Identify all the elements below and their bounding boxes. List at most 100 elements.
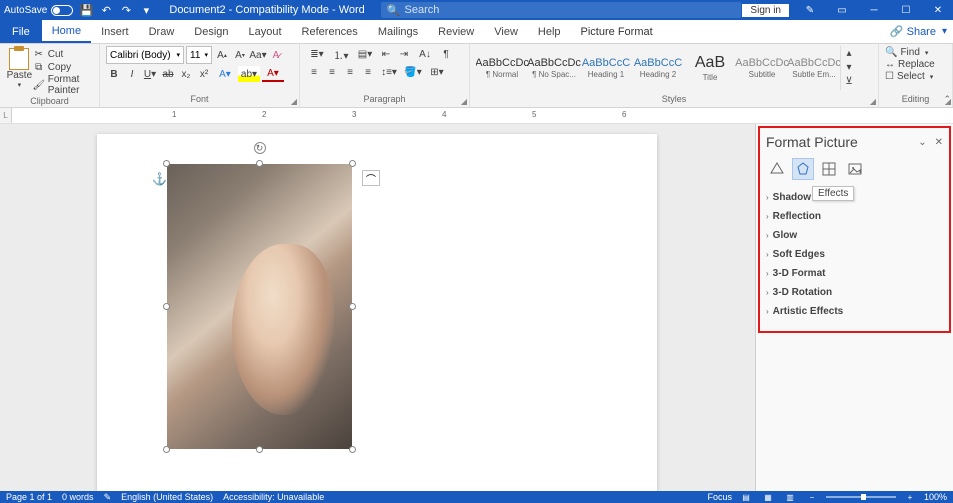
section-glow[interactable]: ›Glow <box>766 226 943 245</box>
cut-button[interactable]: ✂Cut <box>33 48 93 60</box>
sort-button[interactable]: A↓ <box>414 46 436 62</box>
anchor-icon[interactable]: ⚓ <box>152 172 167 186</box>
copy-button[interactable]: ⧉Copy <box>33 61 93 73</box>
layout-props-icon[interactable] <box>818 158 840 180</box>
section-shadow[interactable]: ›Shadow <box>766 188 943 207</box>
styles-more[interactable]: ⊻ <box>841 74 857 88</box>
resize-handle-tr[interactable] <box>349 160 356 167</box>
qat-dropdown-icon[interactable]: ▾ <box>139 3 153 17</box>
font-size-select[interactable]: 11▾ <box>186 46 212 64</box>
autosave-toggle[interactable]: AutoSave <box>4 5 73 16</box>
tab-home[interactable]: Home <box>42 20 91 43</box>
multilevel-button[interactable]: ▤▾ <box>354 46 376 62</box>
style-normal[interactable]: AaBbCcDc¶ Normal <box>476 46 528 90</box>
resize-handle-bm[interactable] <box>256 446 263 453</box>
selected-image[interactable]: ↻ <box>167 164 352 449</box>
bold-button[interactable]: B <box>106 66 122 82</box>
tab-draw[interactable]: Draw <box>139 20 185 43</box>
language-indicator[interactable]: English (United States) <box>121 492 213 502</box>
style-subtitle[interactable]: AaBbCcDcSubtitle <box>736 46 788 90</box>
picture-icon[interactable] <box>844 158 866 180</box>
styles-scroll-up[interactable]: ▴ <box>841 46 857 60</box>
share-button[interactable]: 🔗 Share▾ <box>890 25 947 38</box>
highlight-button[interactable]: ab▾ <box>238 66 260 82</box>
align-center-button[interactable]: ≡ <box>324 64 340 80</box>
tab-help[interactable]: Help <box>528 20 571 43</box>
font-name-select[interactable]: Calibri (Body)▾ <box>106 46 184 64</box>
resize-handle-tm[interactable] <box>256 160 263 167</box>
decrease-indent-button[interactable]: ⇤ <box>378 46 394 62</box>
zoom-level[interactable]: 100% <box>924 492 947 502</box>
mode-switch-icon[interactable]: ✎ <box>799 1 821 19</box>
fill-line-icon[interactable] <box>766 158 788 180</box>
style-subtleem[interactable]: AaBbCcDcSubtle Em... <box>788 46 840 90</box>
page-indicator[interactable]: Page 1 of 1 <box>6 492 52 502</box>
underline-button[interactable]: U▾ <box>142 66 158 82</box>
line-spacing-button[interactable]: ↕≡▾ <box>378 64 400 80</box>
shading-button[interactable]: 🪣▾ <box>402 64 424 80</box>
effects-icon[interactable] <box>792 158 814 180</box>
borders-button[interactable]: ⊞▾ <box>426 64 448 80</box>
paste-button[interactable]: Paste ▾ <box>6 46 33 96</box>
select-button[interactable]: ☐Select▾ <box>885 71 946 82</box>
tab-references[interactable]: References <box>292 20 368 43</box>
section-3d-format[interactable]: ›3-D Format <box>766 264 943 283</box>
align-left-button[interactable]: ≡ <box>306 64 322 80</box>
word-count[interactable]: 0 words <box>62 492 94 502</box>
resize-handle-bl[interactable] <box>163 446 170 453</box>
focus-mode-button[interactable]: Focus <box>707 492 732 502</box>
collapse-ribbon-icon[interactable]: ⌃ <box>943 94 951 105</box>
document-canvas[interactable]: ⚓ ↻ ⌒ <box>0 124 755 491</box>
style-nospac[interactable]: AaBbCcDc¶ No Spac... <box>528 46 580 90</box>
style-heading2[interactable]: AaBbCcCHeading 2 <box>632 46 684 90</box>
paragraph-launcher-icon[interactable]: ◢ <box>461 97 467 106</box>
justify-button[interactable]: ≡ <box>360 64 376 80</box>
ribbon-display-icon[interactable]: ▭ <box>831 1 853 19</box>
minimize-button[interactable]: ─ <box>863 1 885 19</box>
read-mode-icon[interactable]: ▤ <box>738 492 754 502</box>
ruler-horizontal[interactable]: 1 2 3 4 5 6 <box>12 108 953 123</box>
zoom-slider[interactable] <box>826 496 896 498</box>
styles-launcher-icon[interactable]: ◢ <box>870 97 876 106</box>
save-icon[interactable]: 💾 <box>79 3 93 17</box>
print-layout-icon[interactable]: ▦ <box>760 492 776 502</box>
styles-gallery[interactable]: AaBbCcDc¶ Normal AaBbCcDc¶ No Spac... Aa… <box>476 46 872 90</box>
numbering-button[interactable]: ⒈▾ <box>330 46 352 62</box>
bullets-button[interactable]: ≣▾ <box>306 46 328 62</box>
subscript-button[interactable]: x₂ <box>178 66 194 82</box>
layout-options-button[interactable]: ⌒ <box>362 170 380 186</box>
grow-font-button[interactable]: A▴ <box>214 47 230 63</box>
tab-review[interactable]: Review <box>428 20 484 43</box>
spellcheck-icon[interactable]: ✎ <box>104 492 112 503</box>
clear-format-button[interactable]: A̷ <box>268 47 284 63</box>
strike-button[interactable]: ab <box>160 66 176 82</box>
search-input[interactable]: 🔍 Search <box>381 2 741 18</box>
replace-button[interactable]: ↔Replace <box>885 59 946 70</box>
increase-indent-button[interactable]: ⇥ <box>396 46 412 62</box>
tab-design[interactable]: Design <box>184 20 238 43</box>
styles-scroll-down[interactable]: ▾ <box>841 60 857 74</box>
rotate-handle[interactable]: ↻ <box>254 142 266 154</box>
format-painter-button[interactable]: 🖌Format Painter <box>33 74 93 96</box>
show-marks-button[interactable]: ¶ <box>438 46 454 62</box>
undo-icon[interactable]: ↶ <box>99 3 113 17</box>
shrink-font-button[interactable]: A▾ <box>232 47 248 63</box>
tab-picture-format[interactable]: Picture Format <box>571 20 663 43</box>
text-effects-button[interactable]: A▾ <box>214 66 236 82</box>
resize-handle-ml[interactable] <box>163 303 170 310</box>
close-button[interactable]: ✕ <box>927 1 949 19</box>
tab-insert[interactable]: Insert <box>91 20 139 43</box>
font-launcher-icon[interactable]: ◢ <box>291 97 297 106</box>
superscript-button[interactable]: x² <box>196 66 212 82</box>
section-3d-rotation[interactable]: ›3-D Rotation <box>766 283 943 302</box>
section-artistic[interactable]: ›Artistic Effects <box>766 302 943 321</box>
italic-button[interactable]: I <box>124 66 140 82</box>
redo-icon[interactable]: ↷ <box>119 3 133 17</box>
tab-view[interactable]: View <box>484 20 528 43</box>
signin-button[interactable]: Sign in <box>742 4 789 17</box>
resize-handle-tl[interactable] <box>163 160 170 167</box>
tab-mailings[interactable]: Mailings <box>368 20 428 43</box>
change-case-button[interactable]: Aa▾ <box>250 47 266 63</box>
tab-layout[interactable]: Layout <box>239 20 292 43</box>
web-layout-icon[interactable]: ▥ <box>782 492 798 502</box>
